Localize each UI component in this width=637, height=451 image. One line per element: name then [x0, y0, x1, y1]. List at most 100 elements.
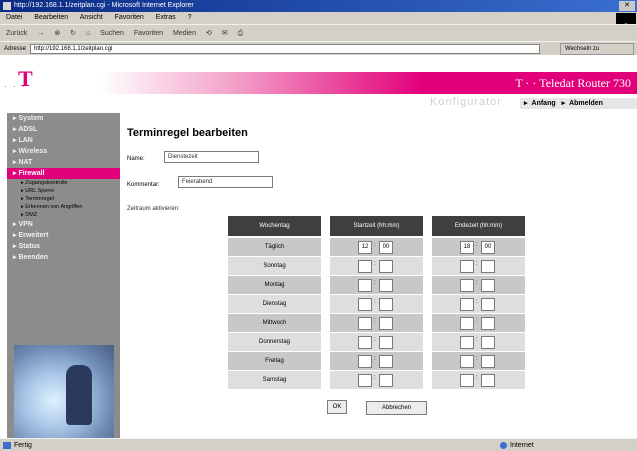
start-minute-input[interactable]	[379, 355, 393, 368]
start-hour-input[interactable]	[358, 279, 372, 292]
start-hour-input[interactable]	[358, 317, 372, 330]
column-header-weekday: Wochentag	[228, 216, 321, 236]
sidebar-item-lan[interactable]: ▸ LAN	[7, 135, 120, 146]
start-hour-input[interactable]	[358, 336, 372, 349]
time-separator: :	[374, 375, 376, 381]
start-time-cell: :	[330, 314, 423, 332]
sidebar-item-vpn[interactable]: ▸ VPN	[7, 219, 120, 230]
end-hour-input[interactable]: 18	[460, 241, 474, 254]
table-row: Dienstag::	[228, 295, 525, 313]
back-button[interactable]: Zurück	[6, 30, 27, 37]
menu-bearbeiten[interactable]: Bearbeiten	[34, 14, 68, 21]
table-row: Freitag::	[228, 352, 525, 370]
sidebar-item-nat[interactable]: ▸ NAT	[7, 157, 120, 168]
internet-zone-icon	[500, 442, 507, 449]
router-title: T · · Teledat Router 730	[515, 76, 631, 90]
time-separator: :	[476, 261, 478, 267]
time-separator: :	[374, 299, 376, 305]
history-icon[interactable]: ⟲	[206, 30, 212, 37]
end-minute-input[interactable]	[481, 298, 495, 311]
start-minute-input[interactable]: 00	[379, 241, 393, 254]
sidebar-item-system[interactable]: ▸ System	[7, 113, 120, 124]
end-hour-input[interactable]	[460, 317, 474, 330]
sidebar-photo	[14, 345, 114, 438]
refresh-icon[interactable]: ↻	[70, 30, 76, 37]
start-hour-input[interactable]	[358, 374, 372, 387]
start-hour-input[interactable]	[358, 355, 372, 368]
favorites-button[interactable]: Favoriten	[134, 30, 163, 37]
status-text: Fertig	[14, 442, 32, 449]
start-time-cell: :	[330, 276, 423, 294]
nav-anfang[interactable]: Anfang	[532, 100, 556, 107]
mail-icon[interactable]: ✉	[222, 30, 228, 37]
end-minute-input[interactable]	[481, 355, 495, 368]
end-minute-input[interactable]	[481, 279, 495, 292]
stop-icon[interactable]: ⊗	[54, 30, 60, 37]
browser-toolbar: Zurück → ⊗ ↻ ⌂ Suchen Favoriten Medien ⟲…	[0, 24, 637, 41]
start-minute-input[interactable]	[379, 279, 393, 292]
column-header-end: Endezeit (hh:mm)	[432, 216, 525, 236]
time-separator: :	[374, 261, 376, 267]
name-input[interactable]: Dienstezeit	[164, 151, 259, 163]
address-label: Adresse	[4, 46, 27, 52]
nav-arrow-icon: ▸	[524, 100, 528, 107]
end-minute-input[interactable]	[481, 317, 495, 330]
menu-help[interactable]: ?	[188, 14, 192, 21]
address-input[interactable]: http://192.168.1.1/zeitplan.cgi	[30, 44, 540, 54]
search-button[interactable]: Suchen	[100, 30, 124, 37]
start-minute-input[interactable]	[379, 260, 393, 273]
media-button[interactable]: Medien	[173, 30, 196, 37]
menu-datei[interactable]: Datei	[6, 14, 22, 21]
print-icon[interactable]: ⎙	[238, 30, 244, 37]
end-minute-input[interactable]: 00	[481, 241, 495, 254]
end-hour-input[interactable]	[460, 298, 474, 311]
weekday-cell: Montag	[228, 276, 321, 294]
start-minute-input[interactable]	[379, 374, 393, 387]
menu-ansicht[interactable]: Ansicht	[80, 14, 103, 21]
start-minute-input[interactable]	[379, 317, 393, 330]
sidebar-sub-angriffe[interactable]: ▸ Erkennen von Angriffen	[7, 203, 120, 211]
forward-icon[interactable]: →	[37, 30, 44, 37]
start-time-cell: :	[330, 257, 423, 275]
sidebar-sub-url-sperre[interactable]: ▸ URL Sperre	[7, 187, 120, 195]
start-minute-input[interactable]	[379, 336, 393, 349]
sidebar-item-beenden[interactable]: ▸ Beenden	[7, 252, 120, 263]
end-hour-input[interactable]	[460, 355, 474, 368]
end-hour-input[interactable]	[460, 260, 474, 273]
nav-abmelden[interactable]: Abmelden	[569, 100, 603, 107]
sidebar-item-adsl[interactable]: ▸ ADSL	[7, 124, 120, 135]
comment-input[interactable]: Feierabend	[178, 176, 273, 188]
end-time-cell: :	[432, 333, 525, 351]
end-hour-input[interactable]	[460, 336, 474, 349]
sidebar-sub-terminregel[interactable]: ▸ Terminregel	[7, 195, 120, 203]
time-separator: :	[476, 337, 478, 343]
ok-button[interactable]: OK	[327, 400, 347, 414]
sidebar-item-erweitert[interactable]: ▸ Erweitert	[7, 230, 120, 241]
sidebar-sub-dmz[interactable]: ▸ DMZ	[7, 211, 120, 219]
menu-extras[interactable]: Extras	[156, 14, 176, 21]
start-hour-input[interactable]: 12	[358, 241, 372, 254]
end-minute-input[interactable]	[481, 260, 495, 273]
end-hour-input[interactable]	[460, 279, 474, 292]
go-button[interactable]: Wechseln zu	[560, 43, 634, 55]
start-minute-input[interactable]	[379, 298, 393, 311]
sidebar-sub-zugangskontrolle[interactable]: ▸ Zugangskontrolle	[7, 179, 120, 187]
sidebar-item-wireless[interactable]: ▸ Wireless	[7, 146, 120, 157]
start-hour-input[interactable]	[358, 298, 372, 311]
end-time-cell: :	[432, 314, 525, 332]
start-time-cell: 12:00	[330, 238, 423, 256]
close-icon[interactable]: ✕	[619, 1, 635, 11]
cancel-button[interactable]: Abbrechen	[366, 401, 427, 415]
sidebar-item-status[interactable]: ▸ Status	[7, 241, 120, 252]
menu-favoriten[interactable]: Favoriten	[115, 14, 144, 21]
sidebar-item-firewall[interactable]: ▸ Firewall	[7, 168, 120, 179]
start-hour-input[interactable]	[358, 260, 372, 273]
table-row: Mittwoch::	[228, 314, 525, 332]
end-minute-input[interactable]	[481, 374, 495, 387]
status-bar: Fertig Internet	[0, 438, 637, 451]
comment-label: Kommentar:	[127, 182, 160, 188]
end-hour-input[interactable]	[460, 374, 474, 387]
table-row: Samstag::	[228, 371, 525, 389]
home-icon[interactable]: ⌂	[86, 30, 90, 37]
end-minute-input[interactable]	[481, 336, 495, 349]
